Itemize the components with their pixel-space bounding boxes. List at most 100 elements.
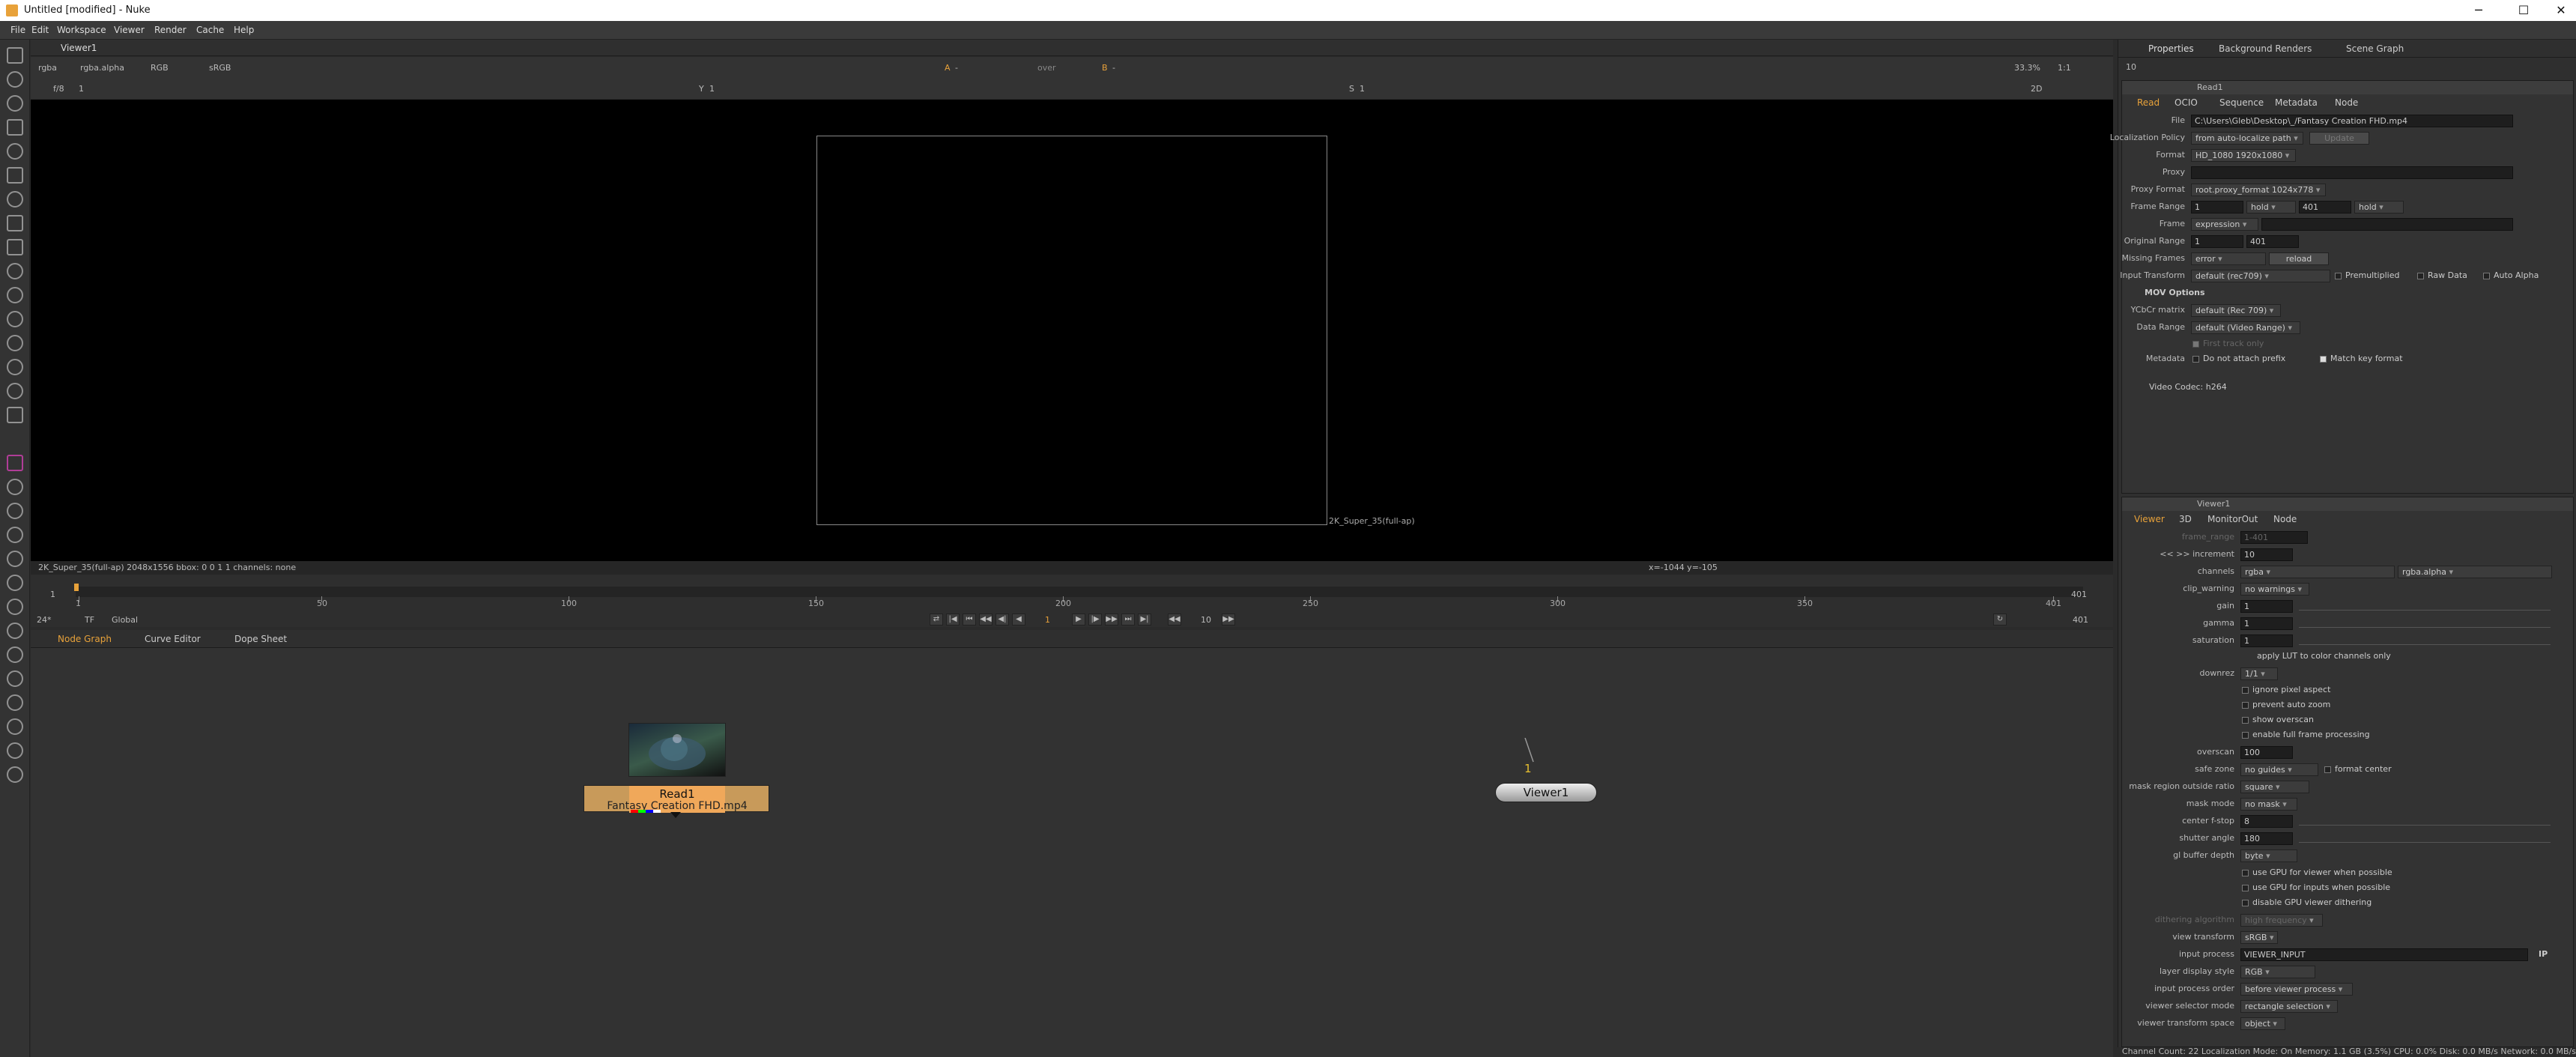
tab-sequence[interactable]: Sequence xyxy=(2219,97,2264,108)
plugin-tools-icon[interactable] xyxy=(7,503,23,519)
image-tools-icon[interactable] xyxy=(7,47,23,64)
original-range-start[interactable]: 1 xyxy=(2191,235,2243,248)
input-process-toggle[interactable]: IP xyxy=(2539,949,2548,959)
view-mode-select[interactable]: 2D xyxy=(2031,84,2042,94)
plugin-tools-icon[interactable] xyxy=(7,742,23,759)
gl-buffer-depth-select[interactable]: byte xyxy=(2240,849,2297,862)
format-select[interactable]: HD_1080 1920x1080 xyxy=(2191,149,2296,162)
channels-select[interactable]: rgba xyxy=(2240,566,2395,578)
prev-frame-icon[interactable]: ◀| xyxy=(995,614,1009,626)
time-tools-icon[interactable] xyxy=(7,95,23,112)
no-prefix-checkbox[interactable] xyxy=(2192,356,2199,363)
input-a-select[interactable]: - xyxy=(955,63,958,73)
ignore-pixel-aspect-checkbox[interactable] xyxy=(2242,687,2249,694)
next-increment-icon[interactable]: ▶▶ xyxy=(1105,614,1118,626)
play-forward-icon[interactable]: ▶ xyxy=(1072,614,1085,626)
overscan-field[interactable]: 100 xyxy=(2240,746,2293,759)
metadata-tools-icon[interactable] xyxy=(7,359,23,375)
tab-curve-editor[interactable]: Curve Editor xyxy=(145,634,201,644)
3d-tools-icon[interactable] xyxy=(7,263,23,279)
frame-range-end[interactable]: 401 xyxy=(2299,201,2351,213)
gamma-field[interactable]: 1 xyxy=(2240,617,2293,630)
frame-expression-field[interactable] xyxy=(2261,218,2513,231)
play-backward-icon[interactable]: ◀ xyxy=(1012,614,1025,626)
prev-increment-icon[interactable]: ◀◀ xyxy=(979,614,992,626)
original-range-end[interactable]: 401 xyxy=(2246,235,2299,248)
gain-slider[interactable] xyxy=(2299,601,2551,611)
apply-lut-label[interactable]: apply LUT to color channels only xyxy=(2257,651,2391,661)
tab-scene-graph[interactable]: Scene Graph xyxy=(2346,43,2404,54)
plugin-tools-icon[interactable] xyxy=(7,718,23,735)
frame-range-start[interactable]: 1 xyxy=(2191,201,2243,213)
saturation-slider[interactable] xyxy=(2299,635,2551,645)
blend-mode-select[interactable]: over xyxy=(1037,63,1056,73)
ratio-select[interactable]: 1:1 xyxy=(2058,63,2071,73)
tab-viewer[interactable]: Viewer xyxy=(2134,514,2165,524)
input-b-select[interactable]: - xyxy=(1112,63,1115,73)
center-fstop-field[interactable]: 8 xyxy=(2240,815,2293,828)
tab-node-graph[interactable]: Node Graph xyxy=(58,634,112,644)
node-graph[interactable]: Read1 Fantasy Creation FHD.mp4 1 Viewer1 xyxy=(31,648,2113,1057)
frame-range-hold-before[interactable]: hold xyxy=(2246,201,2296,213)
center-fstop-slider[interactable] xyxy=(2299,816,2551,826)
alpha-select[interactable]: rgba.alpha xyxy=(80,63,124,73)
fps-select[interactable]: 24* xyxy=(37,615,52,625)
ycbcr-select[interactable]: default (Rec 709) xyxy=(2191,304,2281,317)
gain-field[interactable]: 1 xyxy=(2240,600,2293,613)
properties-max-panels[interactable]: 10 xyxy=(2126,62,2136,72)
plugin-tools-icon[interactable] xyxy=(7,599,23,615)
tab-node[interactable]: Node xyxy=(2273,514,2297,524)
views-tools-icon[interactable] xyxy=(7,335,23,351)
range-select[interactable]: Global xyxy=(112,615,138,625)
gamma-slider[interactable] xyxy=(2299,618,2551,628)
plugin-tools-icon[interactable] xyxy=(7,551,23,567)
show-overscan-checkbox[interactable] xyxy=(2242,717,2249,724)
menu-viewer[interactable]: Viewer xyxy=(114,25,145,35)
shutter-angle-field[interactable]: 180 xyxy=(2240,832,2293,845)
menu-cache[interactable]: Cache xyxy=(196,25,224,35)
plugin-tools-icon[interactable] xyxy=(7,646,23,663)
next-frame-icon[interactable]: |▶ xyxy=(1088,614,1102,626)
playhead[interactable] xyxy=(74,584,79,591)
frame-increment[interactable]: 10 xyxy=(1201,615,1211,625)
clip-warning-select[interactable]: no warnings xyxy=(2240,583,2309,596)
s-value[interactable]: 1 xyxy=(1360,84,1365,94)
frame-range-field[interactable]: 1-401 xyxy=(2240,531,2308,544)
layer-display-style-select[interactable]: RGB xyxy=(2240,966,2315,978)
missing-frames-select[interactable]: error xyxy=(2191,252,2266,265)
menu-file[interactable]: File xyxy=(10,25,25,35)
keyer-tools-icon[interactable] xyxy=(7,191,23,208)
proxy-field[interactable] xyxy=(2191,166,2513,179)
menu-render[interactable]: Render xyxy=(154,25,187,35)
particle-tools-icon[interactable] xyxy=(7,287,23,303)
timeline-scrubber[interactable] xyxy=(76,587,2083,597)
skip-forward-icon[interactable]: ▶▶ xyxy=(1222,614,1235,626)
y-value[interactable]: 1 xyxy=(709,84,715,94)
tab-properties[interactable]: Properties xyxy=(2148,43,2194,54)
tab-node[interactable]: Node xyxy=(2335,97,2358,108)
plugin-tools-icon[interactable] xyxy=(7,479,23,495)
filter-tools-icon[interactable] xyxy=(7,167,23,184)
safe-zone-select[interactable]: no guides xyxy=(2240,763,2318,776)
file-field[interactable]: C:\Users\Gleb\Desktop\_/Fantasy Creation… xyxy=(2191,115,2513,127)
menu-edit[interactable]: Edit xyxy=(31,25,49,35)
proxy-format-select[interactable]: root.proxy_format 1024x778 xyxy=(2191,184,2326,196)
plugin-tools-icon[interactable] xyxy=(7,527,23,543)
raw-data-checkbox[interactable] xyxy=(2417,273,2424,279)
tab-monitorout[interactable]: MonitorOut xyxy=(2207,514,2258,524)
tab-3d[interactable]: 3D xyxy=(2179,514,2192,524)
update-button[interactable]: Update xyxy=(2309,132,2369,145)
data-range-select[interactable]: default (Video Range) xyxy=(2191,321,2300,334)
menu-help[interactable]: Help xyxy=(234,25,254,35)
downrez-select[interactable]: 1/1 xyxy=(2240,667,2278,680)
gpu-viewer-checkbox[interactable] xyxy=(2242,870,2249,876)
current-frame[interactable]: 1 xyxy=(1045,615,1050,625)
mask-mode-select[interactable]: no mask xyxy=(2240,798,2297,811)
timeline-end-field[interactable]: 401 xyxy=(2073,615,2088,625)
channels-alpha-select[interactable]: rgba.alpha xyxy=(2398,566,2552,578)
zoom-select[interactable]: 33.3% xyxy=(2014,63,2040,73)
settings-icon[interactable] xyxy=(7,766,23,783)
furnace-tools-icon[interactable] xyxy=(7,455,23,471)
plugin-tools-icon[interactable] xyxy=(7,623,23,639)
menu-workspace[interactable]: Workspace xyxy=(57,25,106,35)
